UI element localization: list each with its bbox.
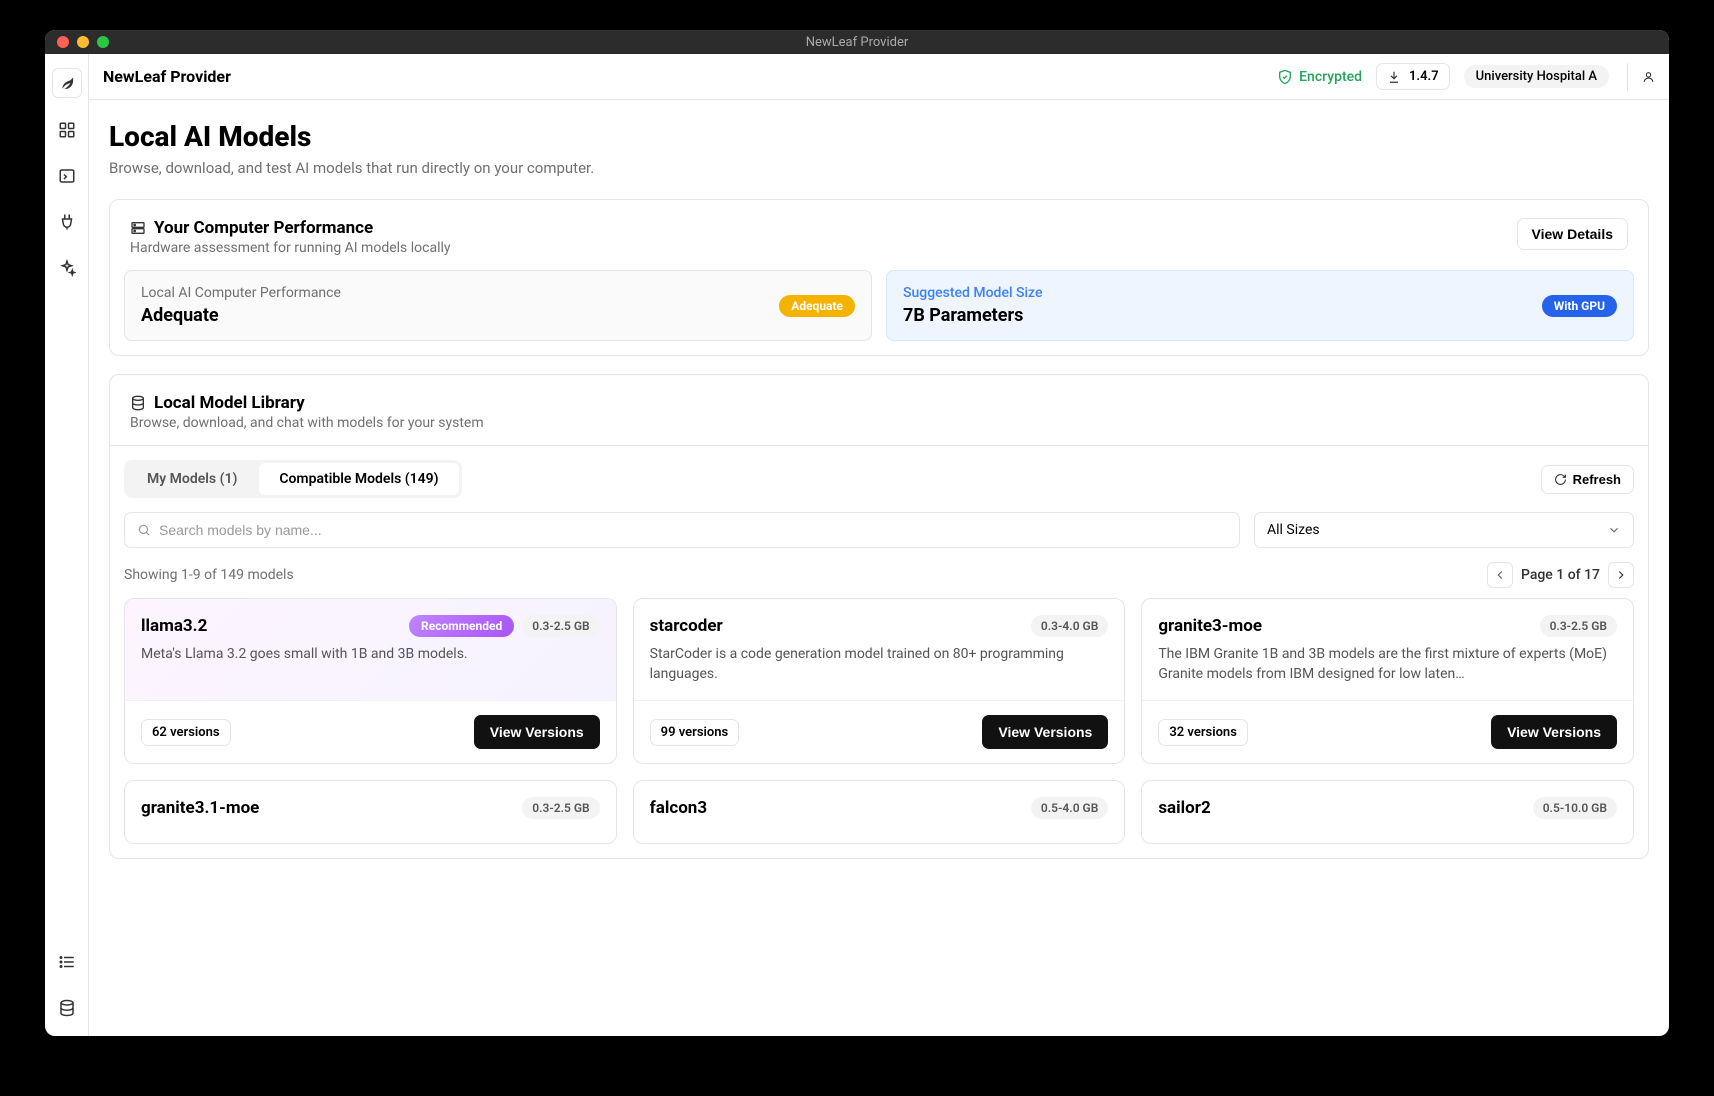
size-badge: 0.3-2.5 GB — [522, 615, 599, 637]
sidebar-item-sparkle[interactable] — [53, 254, 81, 282]
shield-icon — [1277, 69, 1293, 85]
model-card[interactable]: granite3-moe 0.3-2.5 GB The IBM Granite 1B… — [1141, 598, 1634, 764]
download-icon — [1387, 70, 1401, 84]
version-text: 1.4.7 — [1409, 69, 1439, 84]
model-card[interactable]: granite3.1-moe 0.3-2.5 GB — [124, 780, 617, 844]
model-description: StarCoder is a code generation model tra… — [650, 645, 1109, 684]
model-description: The IBM Granite 1B and 3B models are the… — [1158, 645, 1617, 684]
suggested-box: Suggested Model Size 7B Parameters With … — [886, 270, 1634, 341]
encrypted-indicator: Encrypted — [1277, 69, 1362, 85]
library-card: Local Model Library Browse, download, an… — [109, 374, 1649, 859]
view-details-button[interactable]: View Details — [1517, 218, 1628, 250]
model-description: Meta's Llama 3.2 goes small with 1B and … — [141, 645, 600, 665]
performance-subtitle: Hardware assessment for running AI model… — [130, 240, 451, 256]
version-badge[interactable]: 1.4.7 — [1376, 63, 1450, 90]
content-area: Local AI Models Browse, download, and te… — [89, 100, 1669, 1036]
performance-title: Your Computer Performance — [154, 218, 373, 238]
perf-label: Local AI Computer Performance — [141, 285, 341, 301]
size-badge: 0.3-2.5 GB — [522, 797, 599, 819]
chevron-right-icon — [1614, 568, 1628, 582]
library-tabs: My Models (1) Compatible Models (149) — [124, 460, 462, 498]
sidebar-item-plug[interactable] — [53, 208, 81, 236]
model-name: sailor2 — [1158, 798, 1210, 818]
model-card[interactable]: sailor2 0.5-10.0 GB — [1141, 780, 1634, 844]
server-icon — [130, 220, 146, 236]
next-page-button[interactable] — [1608, 562, 1634, 588]
search-input-wrap[interactable] — [124, 512, 1240, 548]
adequate-badge: Adequate — [779, 295, 855, 317]
size-badge: 0.5-4.0 GB — [1031, 797, 1108, 819]
refresh-button[interactable]: Refresh — [1541, 465, 1634, 494]
page-info: Page 1 of 17 — [1521, 567, 1600, 583]
size-badge: 0.5-10.0 GB — [1533, 797, 1617, 819]
traffic-lights — [57, 36, 109, 48]
size-filter-value: All Sizes — [1267, 522, 1320, 538]
view-versions-button[interactable]: View Versions — [474, 715, 600, 749]
titlebar: NewLeaf Provider — [45, 30, 1669, 54]
model-card[interactable]: falcon3 0.5-4.0 GB — [633, 780, 1126, 844]
sidebar-item-terminal[interactable] — [53, 162, 81, 190]
suggested-label: Suggested Model Size — [903, 285, 1042, 301]
sidebar-item-list[interactable] — [53, 948, 81, 976]
prev-page-button[interactable] — [1487, 562, 1513, 588]
user-menu[interactable] — [1627, 63, 1655, 91]
pagination: Page 1 of 17 — [1487, 562, 1634, 588]
leaf-logo-icon[interactable] — [52, 68, 82, 98]
library-subtitle: Browse, download, and chat with models f… — [130, 415, 484, 431]
model-card[interactable]: starcoder 0.3-4.0 GB StarCoder is a code g… — [633, 598, 1126, 764]
library-title: Local Model Library — [154, 393, 305, 413]
refresh-icon — [1554, 473, 1567, 486]
search-input[interactable] — [159, 522, 1227, 538]
model-name: granite3-moe — [1158, 616, 1262, 636]
size-badge: 0.3-4.0 GB — [1031, 615, 1108, 637]
encrypted-label: Encrypted — [1299, 69, 1362, 85]
app-title: NewLeaf Provider — [103, 67, 231, 86]
chevron-down-icon — [1607, 523, 1621, 537]
page-subtitle: Browse, download, and test AI models tha… — [109, 159, 1649, 177]
model-name: granite3.1-moe — [141, 798, 259, 818]
tab-compatible-models[interactable]: Compatible Models (149) — [259, 463, 458, 495]
sidebar-item-database[interactable] — [53, 994, 81, 1022]
recommended-badge: Recommended — [409, 615, 514, 637]
user-icon — [1642, 68, 1655, 86]
page-title: Local AI Models — [109, 120, 1649, 153]
close-window-button[interactable] — [57, 36, 69, 48]
gpu-badge: With GPU — [1542, 295, 1617, 317]
tab-my-models[interactable]: My Models (1) — [127, 463, 257, 495]
window-title: NewLeaf Provider — [806, 35, 909, 50]
maximize-window-button[interactable] — [97, 36, 109, 48]
versions-count-badge: 32 versions — [1158, 719, 1248, 746]
minimize-window-button[interactable] — [77, 36, 89, 48]
topbar: NewLeaf Provider Encrypted 1.4.7 Univers… — [89, 54, 1669, 100]
sidebar — [45, 54, 89, 1036]
models-grid: llama3.2 Recommended 0.3-2.5 GB Meta's Llam… — [110, 598, 1648, 858]
performance-box: Local AI Computer Performance Adequate A… — [124, 270, 872, 341]
size-badge: 0.3-2.5 GB — [1540, 615, 1617, 637]
search-icon — [137, 523, 151, 537]
perf-value: Adequate — [141, 305, 341, 326]
model-name: falcon3 — [650, 798, 707, 818]
showing-text: Showing 1-9 of 149 models — [124, 567, 294, 583]
refresh-label: Refresh — [1573, 472, 1621, 487]
size-filter-select[interactable]: All Sizes — [1254, 512, 1634, 548]
suggested-value: 7B Parameters — [903, 305, 1042, 326]
hospital-badge[interactable]: University Hospital A — [1464, 65, 1609, 88]
versions-count-badge: 99 versions — [650, 719, 740, 746]
view-versions-button[interactable]: View Versions — [982, 715, 1108, 749]
performance-card: Your Computer Performance Hardware asses… — [109, 199, 1649, 356]
model-name: starcoder — [650, 616, 723, 636]
model-card[interactable]: llama3.2 Recommended 0.3-2.5 GB Meta's Llam… — [124, 598, 617, 764]
chevron-left-icon — [1493, 568, 1507, 582]
model-name: llama3.2 — [141, 616, 207, 636]
app-window: NewLeaf Provider — [45, 30, 1669, 1036]
view-versions-button[interactable]: View Versions — [1491, 715, 1617, 749]
database-icon — [130, 395, 146, 411]
sidebar-item-apps[interactable] — [53, 116, 81, 144]
versions-count-badge: 62 versions — [141, 719, 231, 746]
